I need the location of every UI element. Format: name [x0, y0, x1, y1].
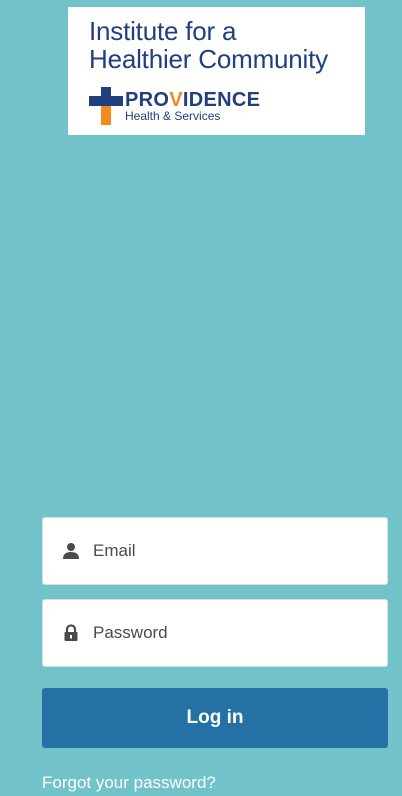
user-icon	[63, 543, 79, 559]
logo-title-line-2: Healthier Community	[89, 44, 328, 74]
email-field[interactable]	[42, 517, 388, 585]
brand-name: PROVIDENCE	[125, 89, 261, 111]
brand-subtitle: Health & Services	[125, 109, 221, 123]
logo: Institute for a Healthier Community PROV…	[68, 7, 365, 135]
password-field[interactable]	[42, 599, 388, 667]
logo-title-line-1: Institute for a	[89, 16, 237, 46]
password-input[interactable]	[93, 600, 373, 666]
login-button[interactable]: Log in	[42, 688, 388, 748]
email-input[interactable]	[93, 518, 373, 584]
providence-brand: PROVIDENCE Health & Services	[89, 87, 349, 127]
providence-cross-icon	[89, 87, 123, 125]
forgot-password-link[interactable]: Forgot your password?	[42, 772, 216, 794]
lock-icon	[64, 624, 78, 641]
